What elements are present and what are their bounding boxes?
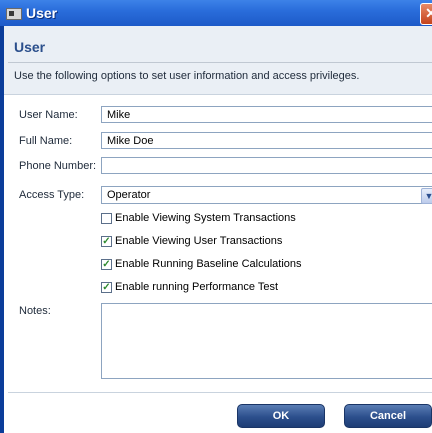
checkbox-box[interactable] bbox=[101, 213, 112, 224]
window-title: User bbox=[26, 5, 58, 21]
full-name-label: Full Name: bbox=[19, 135, 73, 147]
dialog-header: User Use the following options to set us… bbox=[4, 26, 432, 95]
user-name-field[interactable] bbox=[101, 106, 432, 123]
checkbox-label: Enable Viewing System Transactions bbox=[115, 212, 296, 224]
checkbox-label: Enable running Performance Test bbox=[115, 281, 279, 293]
footer-divider bbox=[8, 392, 432, 393]
checkbox-label: Enable Running Baseline Calculations bbox=[115, 258, 302, 270]
ok-button[interactable]: OK bbox=[237, 404, 325, 428]
checkbox-box[interactable]: ✓ bbox=[101, 259, 112, 270]
phone-number-field[interactable] bbox=[101, 157, 432, 174]
dialog-window: User ✕ User Use the following options to… bbox=[0, 0, 432, 433]
close-button[interactable]: ✕ bbox=[420, 3, 432, 25]
checkbox-box[interactable]: ✓ bbox=[101, 236, 112, 247]
dialog-body: User Use the following options to set us… bbox=[4, 26, 432, 433]
checkbox-label: Enable Viewing User Transactions bbox=[115, 235, 283, 247]
dialog-heading: User bbox=[14, 39, 46, 55]
app-window-icon bbox=[6, 8, 22, 20]
access-type-select[interactable]: Operator ▼ bbox=[101, 186, 432, 204]
dialog-subtitle: Use the following options to set user in… bbox=[14, 70, 360, 82]
chevron-down-icon[interactable]: ▼ bbox=[421, 188, 432, 204]
checkbox-box[interactable]: ✓ bbox=[101, 282, 112, 293]
access-type-value: Operator bbox=[107, 189, 151, 201]
header-divider bbox=[8, 62, 432, 63]
cancel-button[interactable]: Cancel bbox=[344, 404, 432, 428]
title-bar[interactable]: User ✕ bbox=[0, 0, 432, 26]
full-name-field[interactable] bbox=[101, 132, 432, 149]
access-type-label: Access Type: bbox=[19, 189, 85, 201]
notes-textarea[interactable] bbox=[101, 303, 432, 379]
phone-number-label: Phone Number: bbox=[19, 160, 97, 172]
user-name-label: User Name: bbox=[19, 109, 78, 121]
notes-label: Notes: bbox=[19, 305, 51, 317]
